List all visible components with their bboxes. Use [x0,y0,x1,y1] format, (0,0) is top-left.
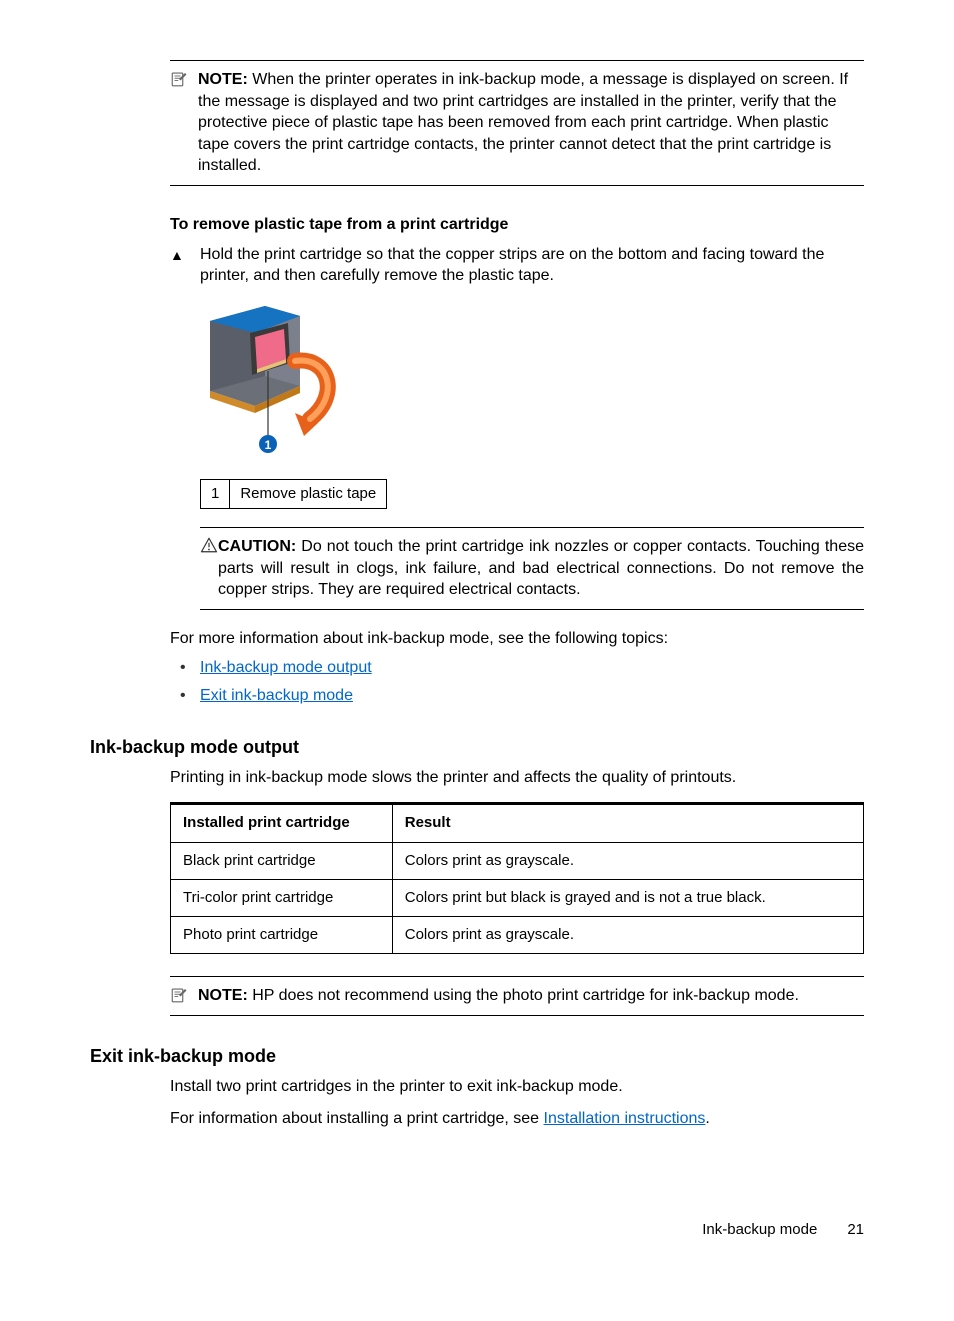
callout-number: 1 [201,479,230,508]
table-cell: Colors print as grayscale. [392,842,863,879]
table-cell: Tri-color print cartridge [171,879,393,916]
step-text: Hold the print cartridge so that the cop… [200,244,864,287]
text-span: . [705,1110,709,1127]
footer-title: Ink-backup mode [702,1220,817,1240]
table-cell: Colors print but black is grayed and is … [392,879,863,916]
section2-p1: Install two print cartridges in the prin… [170,1076,864,1098]
caution-box: CAUTION: Do not touch the print cartridg… [200,527,864,610]
table-header: Installed print cartridge [171,804,393,842]
table-header: Result [392,804,863,842]
link-installation-instructions[interactable]: Installation instructions [544,1110,706,1127]
topic-links-list: • Ink-backup mode output • Exit ink-back… [170,657,864,706]
table-row: Photo print cartridge Colors print as gr… [171,917,864,954]
link-exit-ink-backup[interactable]: Exit ink-backup mode [200,685,353,707]
bullet-icon: • [170,685,200,707]
text-span: For information about installing a print… [170,1110,544,1127]
section-heading-exit: Exit ink-backup mode [90,1044,864,1068]
caution-text: Do not touch the print cartridge ink noz… [218,538,864,598]
figure-callout-table: 1 Remove plastic tape [200,479,387,509]
table-cell: Colors print as grayscale. [392,917,863,954]
table-row: Black print cartridge Colors print as gr… [171,842,864,879]
note-text: When the printer operates in ink-backup … [198,71,848,174]
note-label: NOTE: [198,71,248,88]
table-cell: Black print cartridge [171,842,393,879]
footer-page-number: 21 [847,1220,864,1240]
step-row: ▲ Hold the print cartridge so that the c… [170,244,864,287]
note-box-photo-cartridge: NOTE: HP does not recommend using the ph… [170,976,864,1016]
heading-remove-tape: To remove plastic tape from a print cart… [170,214,864,236]
note-icon [170,69,198,88]
figure-cartridge: 1 1 Remove plastic tape [200,301,864,509]
output-table: Installed print cartridge Result Black p… [170,802,864,954]
caution-label: CAUTION: [218,538,296,555]
note-label: NOTE: [198,987,248,1004]
more-info-intro: For more information about ink-backup mo… [170,628,864,650]
table-row: Tri-color print cartridge Colors print b… [171,879,864,916]
note-box-backup-mode: NOTE: When the printer operates in ink-b… [170,60,864,186]
bullet-icon: • [170,657,200,679]
section1-intro: Printing in ink-backup mode slows the pr… [170,767,864,789]
page-footer: Ink-backup mode 21 [90,1220,864,1240]
caution-icon [200,536,218,561]
step-marker-icon: ▲ [170,244,200,265]
note-text: HP does not recommend using the photo pr… [252,987,799,1004]
note-icon [170,985,198,1004]
table-cell: Photo print cartridge [171,917,393,954]
section2-p2: For information about installing a print… [170,1108,864,1130]
callout-text: Remove plastic tape [230,479,387,508]
link-ink-backup-output[interactable]: Ink-backup mode output [200,657,372,679]
svg-text:1: 1 [265,438,272,452]
section-heading-output: Ink-backup mode output [90,735,864,759]
